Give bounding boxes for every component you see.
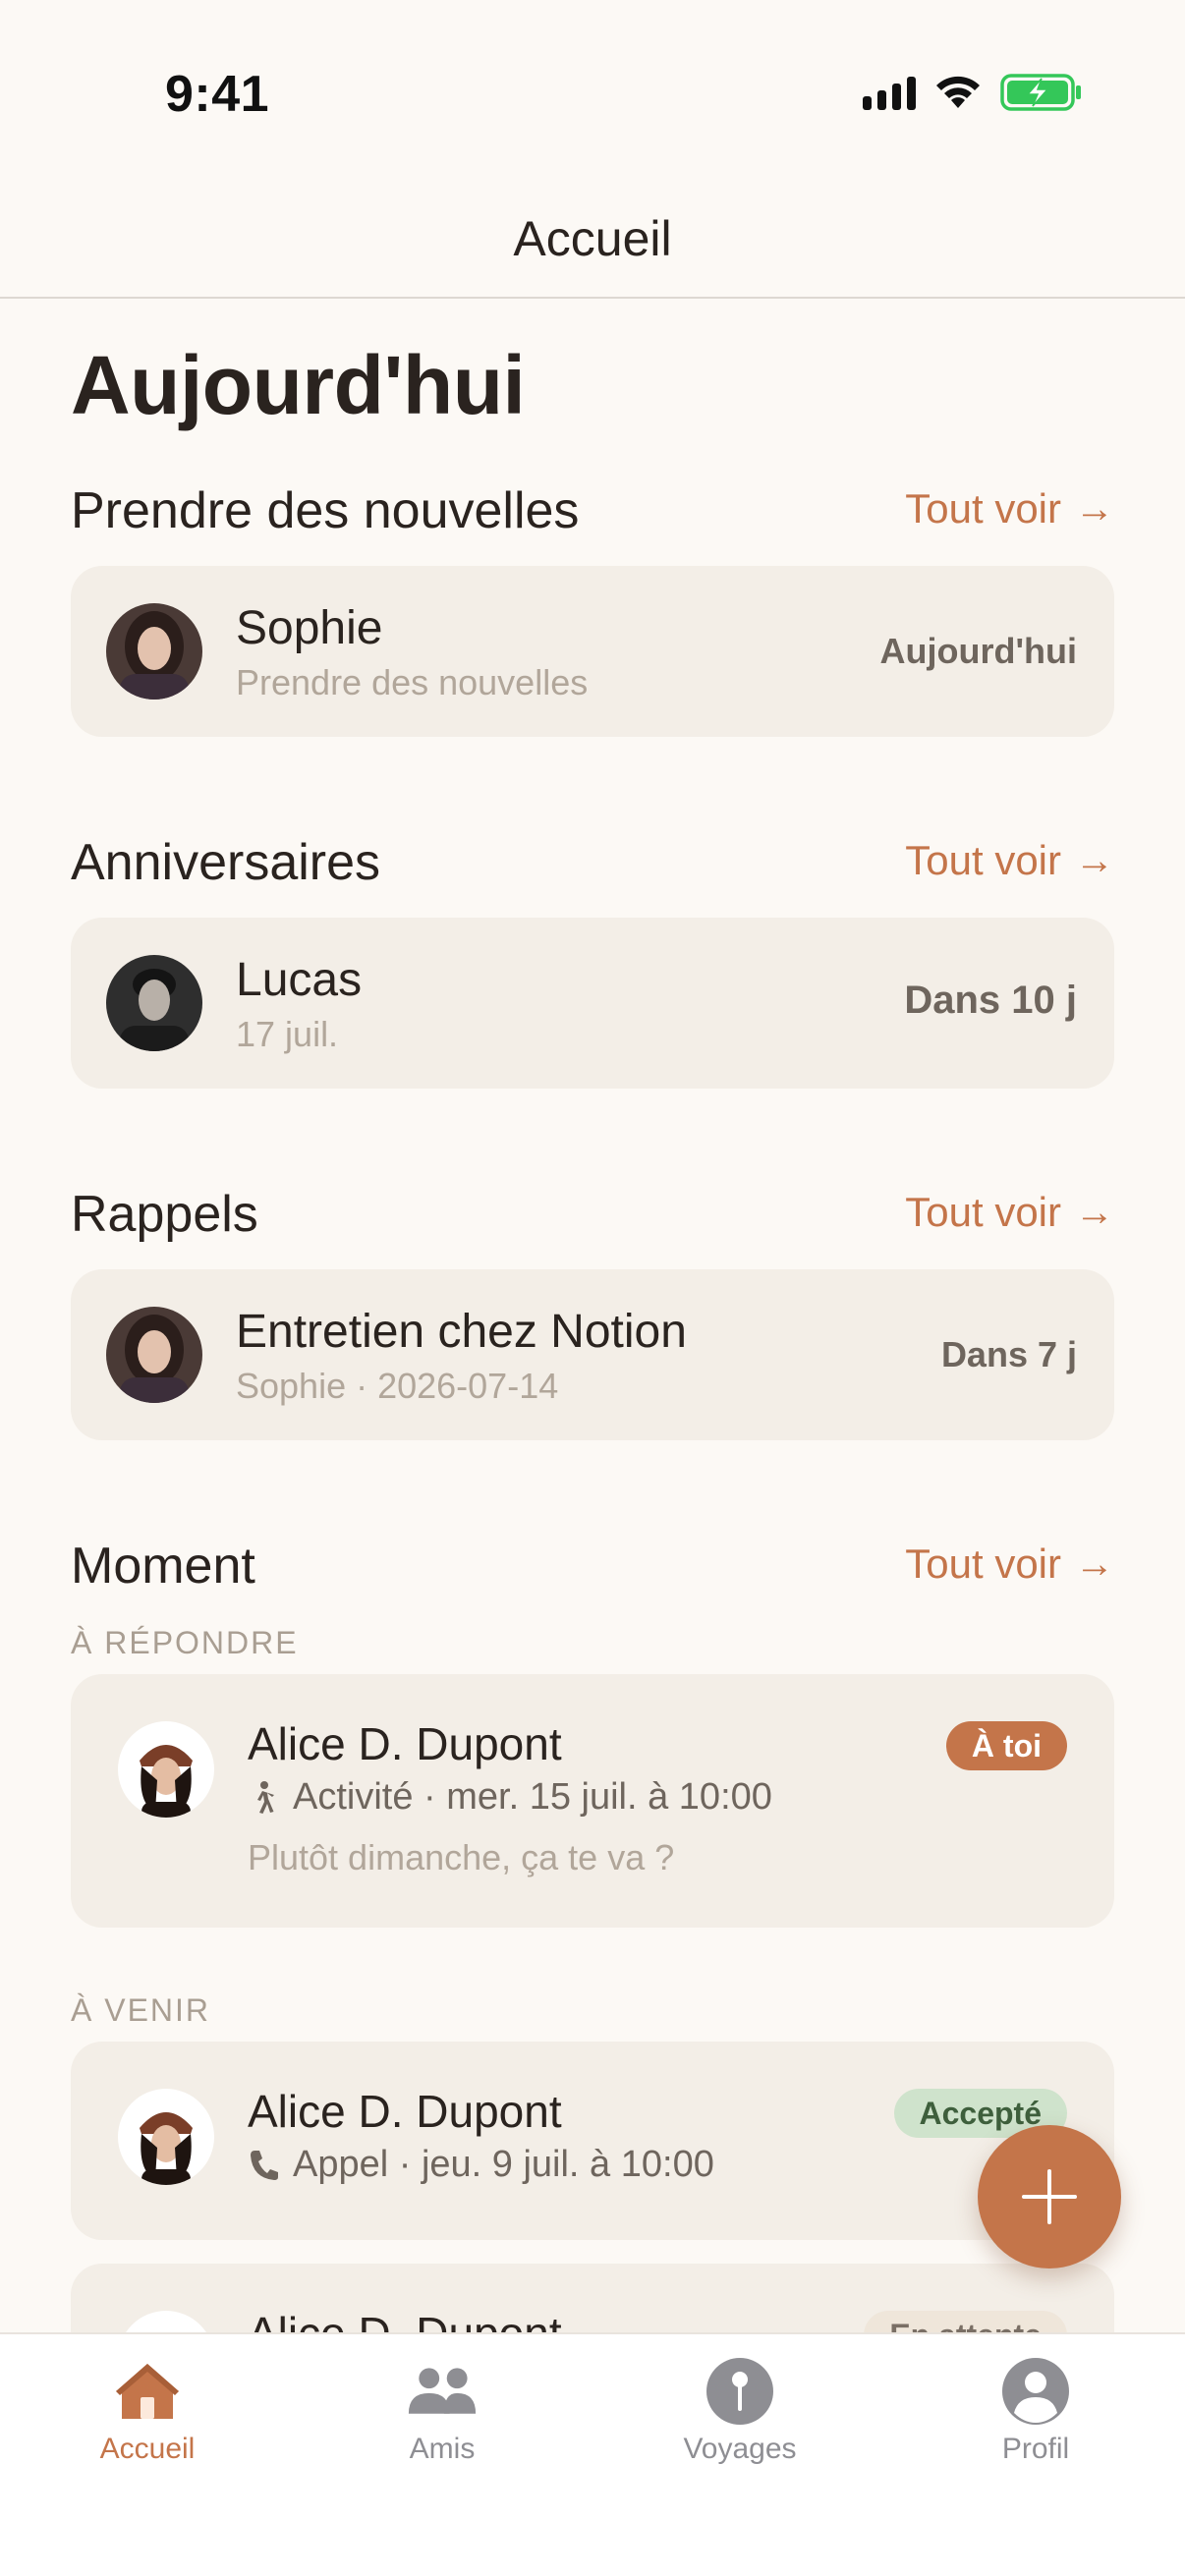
tab-label: Amis bbox=[409, 2433, 476, 2465]
reminders-section-title: Rappels bbox=[71, 1186, 258, 1243]
people-icon bbox=[407, 2356, 478, 2427]
countdown-label: Dans 10 j bbox=[904, 979, 1077, 1022]
status-time: 9:41 bbox=[165, 66, 270, 123]
tab-profil[interactable]: Profil bbox=[937, 2356, 1134, 2474]
moment-meta-text: Appel · jeu. 9 juil. à 10:00 bbox=[293, 2144, 714, 2185]
avatar bbox=[118, 1721, 214, 1818]
countdown-label: Dans 7 j bbox=[940, 1334, 1077, 1374]
arrow-right-icon: → bbox=[1075, 1190, 1114, 1234]
moment-card-to-answer[interactable]: Alice D. Dupont À toi Activité · mer. 15… bbox=[71, 1674, 1114, 1928]
person-icon bbox=[1000, 2356, 1071, 2427]
avatar bbox=[106, 955, 202, 1051]
tab-accueil[interactable]: Accueil bbox=[49, 2356, 246, 2474]
phone-icon bbox=[251, 2150, 278, 2180]
birthdays-see-all-link[interactable]: Tout voir → bbox=[905, 837, 1114, 884]
checkin-card[interactable]: Sophie Prendre des nouvelles Aujourd'hui bbox=[71, 566, 1114, 737]
moment-meta: Activité · mer. 15 juil. à 10:00 bbox=[248, 1776, 772, 1819]
plus-icon bbox=[1022, 2169, 1077, 2224]
moment-card-upcoming[interactable]: Alice D. Dupont En attente bbox=[71, 2264, 1114, 2334]
moment-card-upcoming[interactable]: Alice D. Dupont Accepté Appel · jeu. 9 j… bbox=[71, 2042, 1114, 2240]
status-bar: 9:41 bbox=[0, 0, 1185, 187]
checkin-section-title: Prendre des nouvelles bbox=[71, 482, 580, 539]
arrow-right-icon: → bbox=[1075, 486, 1114, 531]
battery-charging-icon bbox=[1000, 74, 1081, 111]
see-all-label: Tout voir bbox=[905, 837, 1061, 883]
contact-name: Alice D. Dupont bbox=[248, 2308, 562, 2334]
scroll-content[interactable]: Aujourd'hui Prendre des nouvelles Tout v… bbox=[0, 301, 1185, 2334]
status-icons bbox=[863, 73, 1083, 112]
home-icon bbox=[112, 2356, 183, 2427]
contact-name: Alice D. Dupont bbox=[248, 2086, 562, 2137]
see-all-label: Tout voir bbox=[905, 485, 1061, 532]
contact-name: Alice D. Dupont bbox=[248, 1718, 562, 1769]
to-answer-label: À RÉPONDRE bbox=[71, 1625, 299, 1660]
contact-name: Sophie bbox=[236, 602, 383, 654]
page-title: Accueil bbox=[513, 211, 672, 266]
tab-label: Profil bbox=[1001, 2433, 1070, 2465]
avatar bbox=[118, 2311, 214, 2334]
tab-label: Accueil bbox=[99, 2433, 196, 2465]
reminder-title: Entretien chez Notion bbox=[236, 1306, 687, 1358]
arrow-right-icon: → bbox=[1075, 838, 1114, 882]
last-message: Plutôt dimanche, ça te va ? bbox=[248, 1837, 675, 1877]
due-label: Aujourd'hui bbox=[879, 631, 1077, 671]
navigation-bar: Accueil bbox=[0, 187, 1185, 299]
upcoming-label: À VENIR bbox=[71, 1992, 211, 2028]
wifi-icon bbox=[936, 76, 980, 108]
cellular-signal-icon bbox=[863, 75, 916, 110]
moment-meta-text: Activité · mer. 15 juil. à 10:00 bbox=[293, 1776, 772, 1818]
moment-section-title: Moment bbox=[71, 1538, 255, 1595]
reminder-card[interactable]: Entretien chez Notion Sophie · 2026-07-1… bbox=[71, 1269, 1114, 1440]
avatar bbox=[106, 1307, 202, 1403]
reminders-see-all-link[interactable]: Tout voir → bbox=[905, 1189, 1114, 1236]
contact-name: Lucas bbox=[236, 954, 363, 1006]
tab-voyages[interactable]: Voyages bbox=[642, 2356, 838, 2474]
checkin-see-all-link[interactable]: Tout voir → bbox=[905, 485, 1114, 532]
pin-icon bbox=[705, 2356, 775, 2427]
see-all-label: Tout voir bbox=[905, 1189, 1061, 1235]
today-heading: Aujourd'hui bbox=[71, 339, 526, 431]
moment-meta: Appel · jeu. 9 juil. à 10:00 bbox=[248, 2144, 714, 2186]
see-all-label: Tout voir bbox=[905, 1540, 1061, 1587]
tab-label: Voyages bbox=[683, 2433, 797, 2465]
birthdays-section-title: Anniversaires bbox=[71, 834, 381, 891]
birthday-card[interactable]: Lucas 17 juil. Dans 10 j bbox=[71, 918, 1114, 1089]
contact-subtitle: Prendre des nouvelles bbox=[236, 662, 589, 702]
walking-icon bbox=[257, 1780, 274, 1814]
arrow-right-icon: → bbox=[1075, 1541, 1114, 1586]
home-screen: 9:41 Accueil Aujourd'hui Prendre des nou… bbox=[0, 0, 1185, 2576]
add-button[interactable] bbox=[978, 2125, 1121, 2268]
avatar bbox=[106, 603, 202, 700]
birthday-date: 17 juil. bbox=[236, 1014, 339, 1054]
tab-bar: Accueil Amis Voyages Profil bbox=[0, 2332, 1185, 2576]
moment-see-all-link[interactable]: Tout voir → bbox=[905, 1540, 1114, 1588]
status-badge: À toi bbox=[945, 1721, 1067, 1770]
tab-amis[interactable]: Amis bbox=[344, 2356, 540, 2474]
avatar bbox=[118, 2089, 214, 2185]
reminder-subtitle: Sophie · 2026-07-14 bbox=[236, 1366, 559, 1406]
status-badge: En attente bbox=[864, 2311, 1067, 2334]
